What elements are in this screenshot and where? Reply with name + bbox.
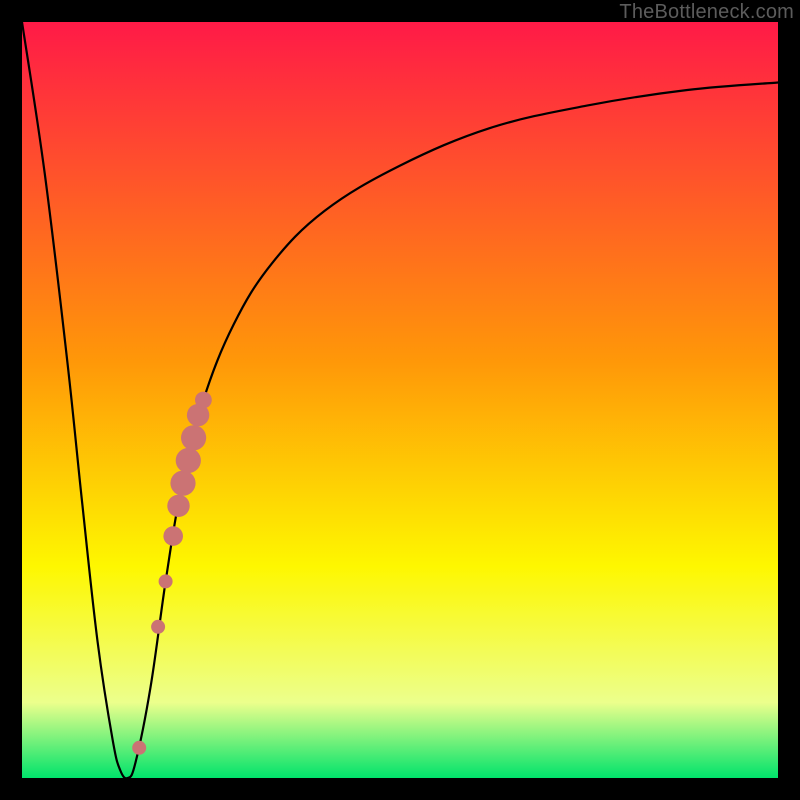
chart-frame: TheBottleneck.com bbox=[0, 0, 800, 800]
highlight-dot bbox=[195, 392, 212, 409]
chart-svg bbox=[22, 22, 778, 778]
highlight-dot bbox=[181, 425, 206, 450]
highlight-dot bbox=[176, 448, 201, 473]
highlight-dot bbox=[167, 495, 189, 517]
highlight-dot bbox=[170, 471, 195, 496]
plot-area bbox=[22, 22, 778, 778]
watermark-text: TheBottleneck.com bbox=[619, 1, 794, 24]
highlight-dot bbox=[163, 526, 183, 546]
highlight-dot bbox=[132, 741, 146, 755]
gradient-background bbox=[22, 22, 778, 778]
highlight-dot bbox=[159, 574, 173, 588]
highlight-dot bbox=[151, 620, 165, 634]
